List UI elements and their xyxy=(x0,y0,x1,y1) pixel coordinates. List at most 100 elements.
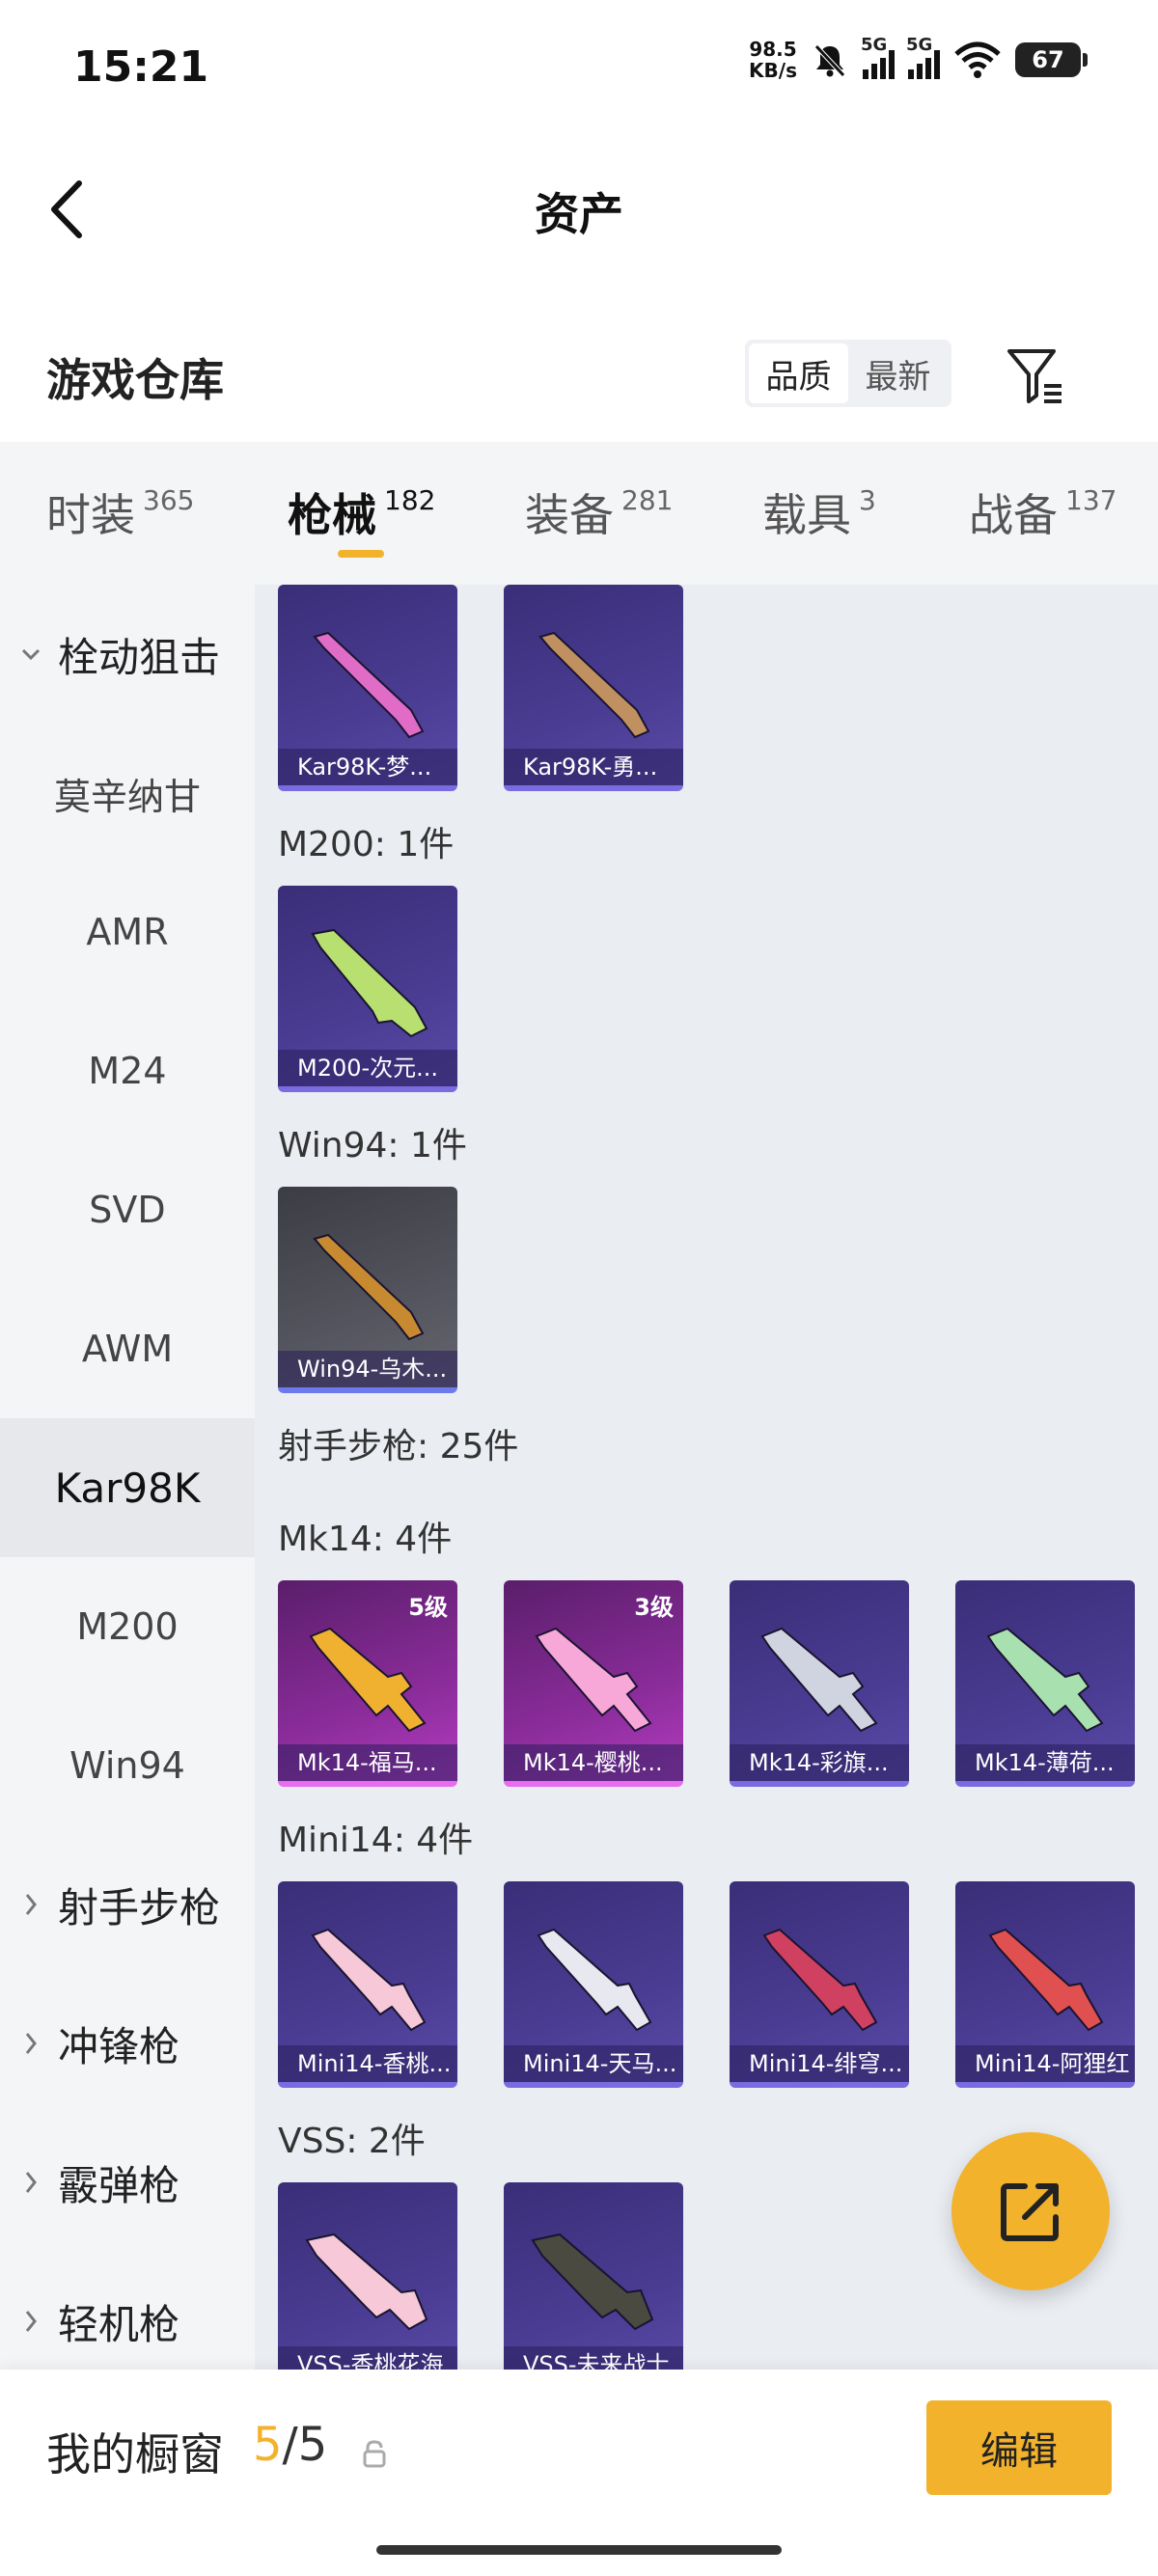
item-card[interactable]: 3级 Mk14-樱桃... xyxy=(504,1580,683,1787)
sidebar-item-win94[interactable]: Win94 xyxy=(0,1696,255,1835)
item-name: Mini14-天马... xyxy=(504,2045,683,2082)
chevron-right-icon xyxy=(25,2172,37,2193)
gun-icon xyxy=(311,928,428,1038)
tab-combat-gear[interactable]: 战备 137 xyxy=(969,480,1117,544)
group-label-dmr: 射手步枪: 25件 xyxy=(278,1427,519,1466)
group-label-mk14: Mk14: 4件 xyxy=(278,1520,453,1559)
item-card[interactable]: VSS-未来战士 xyxy=(504,2182,683,2370)
item-card[interactable]: Win94-乌木... xyxy=(278,1187,457,1393)
sort-option-newest[interactable]: 最新 xyxy=(848,343,948,403)
chevron-right-icon xyxy=(25,2311,37,2332)
group-label-mini14: Mini14: 4件 xyxy=(278,1821,474,1860)
item-card[interactable]: 5级 Mk14-福马... xyxy=(278,1580,457,1787)
page-title: 资产 xyxy=(535,188,623,240)
item-name: Mk14-彩旗... xyxy=(730,1744,909,1781)
level-badge: 5级 xyxy=(408,1594,448,1621)
wifi-icon xyxy=(954,41,1001,78)
sidebar-item-mosin[interactable]: 莫辛纳甘 xyxy=(0,724,255,863)
tab-guns[interactable]: 枪械 182 xyxy=(288,480,435,544)
item-card[interactable]: M200-次元... xyxy=(278,886,457,1092)
level-badge: 3级 xyxy=(634,1594,674,1621)
sort-option-quality[interactable]: 品质 xyxy=(749,343,848,403)
gun-icon xyxy=(309,1627,427,1733)
item-card[interactable]: Kar98K-勇... xyxy=(504,585,683,791)
status-icons: 98.5 KB/s 5G 5G 67 xyxy=(749,35,1088,82)
gun-icon xyxy=(538,631,650,739)
item-name: Mini14-香桃... xyxy=(278,2045,457,2082)
item-name: Mini14-阿狸红 xyxy=(955,2045,1135,2082)
group-label-m200: M200: 1件 xyxy=(278,825,455,864)
status-time: 15:21 xyxy=(73,42,209,92)
item-name: Mk14-薄荷... xyxy=(955,1744,1135,1781)
sidebar-group-dmr[interactable]: 射手步枪 xyxy=(0,1835,255,1974)
item-card[interactable]: Kar98K-梦... xyxy=(278,585,457,791)
item-name: Win94-乌木... xyxy=(278,1351,457,1387)
filter-icon[interactable] xyxy=(1004,343,1067,407)
item-card[interactable]: Mini14-天马... xyxy=(504,1881,683,2088)
item-name: Mini14-绯穹... xyxy=(730,2045,909,2082)
chevron-right-icon xyxy=(25,2033,37,2054)
group-label-vss: VSS: 2件 xyxy=(278,2122,426,2161)
tab-vehicles[interactable]: 载具 3 xyxy=(762,480,876,544)
item-card[interactable]: Mini14-阿狸红 xyxy=(955,1881,1135,2088)
home-indicator xyxy=(376,2545,782,2555)
gun-icon xyxy=(531,2233,654,2331)
network-speed: 98.5 KB/s xyxy=(749,38,797,82)
bottom-bar: 我的橱窗 5/5 编辑 xyxy=(0,2370,1158,2576)
item-card[interactable]: Mk14-薄荷... xyxy=(955,1580,1135,1787)
item-card[interactable]: Mini14-绯穹... xyxy=(730,1881,909,2088)
warehouse-title: 游戏仓库 xyxy=(46,354,224,406)
gun-icon xyxy=(535,1627,652,1733)
item-name: VSS-未来战士 xyxy=(504,2346,683,2370)
group-label-win94: Win94: 1件 xyxy=(278,1126,467,1165)
gun-icon xyxy=(537,1928,652,2032)
gun-icon xyxy=(313,631,425,739)
share-button[interactable] xyxy=(951,2132,1110,2290)
external-link-icon xyxy=(1001,2183,1059,2241)
tab-equipment[interactable]: 装备 281 xyxy=(525,480,673,544)
sort-toggle: 品质 最新 xyxy=(745,340,951,407)
sidebar: 栓动狙击 莫辛纳甘 AMR M24 SVD AWM Kar98K M200 Wi… xyxy=(0,585,255,2370)
edit-button[interactable]: 编辑 xyxy=(926,2400,1112,2495)
battery-icon: 67 xyxy=(1015,42,1088,77)
showcase-label: 我的橱窗 xyxy=(46,2428,224,2480)
sidebar-group-lmg[interactable]: 轻机枪 xyxy=(0,2252,255,2370)
gun-icon xyxy=(762,1928,878,2032)
item-name: Mk14-樱桃... xyxy=(504,1744,683,1781)
sidebar-item-m24[interactable]: M24 xyxy=(0,1001,255,1140)
gun-icon xyxy=(988,1928,1104,2032)
signal-icon: 5G xyxy=(861,35,895,79)
sidebar-item-amr[interactable]: AMR xyxy=(0,863,255,1001)
item-name: Kar98K-梦... xyxy=(278,749,457,785)
tab-fashion[interactable]: 时装 365 xyxy=(46,480,194,544)
item-name: Mk14-福马... xyxy=(278,1744,457,1781)
status-bar: 15:21 98.5 KB/s 5G 5G 67 xyxy=(0,0,1158,135)
item-card[interactable]: VSS-香桃花海 xyxy=(278,2182,457,2370)
sidebar-group-shotgun[interactable]: 霰弹枪 xyxy=(0,2113,255,2252)
item-name: VSS-香桃花海 xyxy=(278,2346,457,2370)
item-card[interactable]: Mk14-彩旗... xyxy=(730,1580,909,1787)
chevron-down-icon xyxy=(21,648,41,661)
item-name: Kar98K-勇... xyxy=(504,749,683,785)
sidebar-item-svd[interactable]: SVD xyxy=(0,1140,255,1279)
signal-icon: 5G xyxy=(906,35,940,79)
sidebar-group-smg[interactable]: 冲锋枪 xyxy=(0,1974,255,2113)
gun-icon xyxy=(311,1928,427,2032)
item-grid: Kar98K-梦... Kar98K-勇... M200: 1件 M200-次元… xyxy=(255,585,1158,2370)
active-tab-indicator xyxy=(338,550,384,558)
sidebar-item-kar98k[interactable]: Kar98K xyxy=(0,1418,255,1557)
gun-icon xyxy=(986,1627,1104,1733)
gun-icon xyxy=(760,1627,878,1733)
item-card[interactable]: Mini14-香桃... xyxy=(278,1881,457,2088)
sidebar-item-m200[interactable]: M200 xyxy=(0,1557,255,1696)
gun-icon xyxy=(313,1233,425,1341)
mute-bell-icon xyxy=(814,44,845,77)
item-name: M200-次元... xyxy=(278,1050,457,1086)
showcase-count: 5/5 xyxy=(253,2418,328,2472)
sidebar-group-bolt-action[interactable]: 栓动狙击 xyxy=(0,585,255,724)
category-tabs: 时装 365 枪械 182 装备 281 载具 3 战备 137 xyxy=(0,442,1158,585)
gun-icon xyxy=(305,2233,428,2331)
lock-icon xyxy=(363,2440,386,2468)
chevron-right-icon xyxy=(25,1894,37,1915)
sidebar-item-awm[interactable]: AWM xyxy=(0,1279,255,1418)
